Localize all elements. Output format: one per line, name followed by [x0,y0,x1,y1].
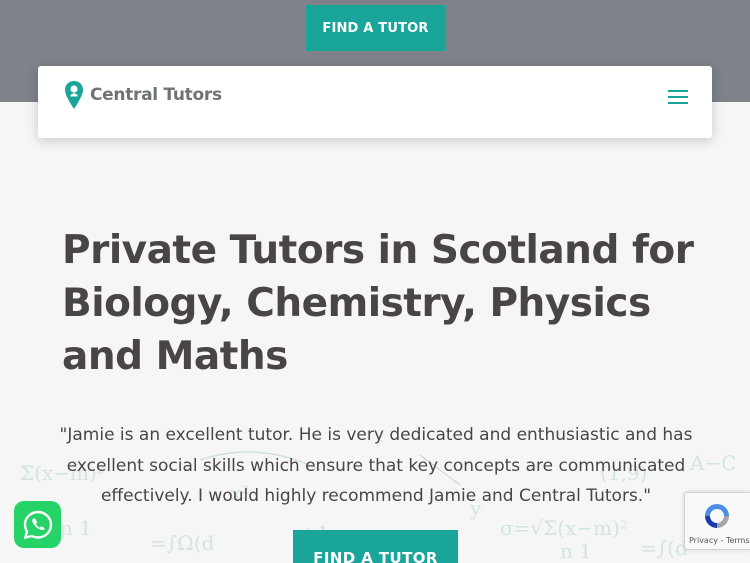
svg-text:=∫Ω(d: =∫Ω(d [150,531,215,555]
site-logo[interactable]: Central Tutors [64,80,222,110]
hamburger-menu-icon[interactable] [668,90,688,106]
svg-text:σ=√Σ(x−m)²: σ=√Σ(x−m)² [500,516,628,540]
logo-text: Central Tutors [90,85,222,105]
recaptcha-badge[interactable]: Privacy - Terms [684,492,750,550]
whatsapp-chat-button[interactable] [14,501,61,548]
testimonial-quote: "Jamie is an excellent tutor. He is very… [59,425,693,506]
svg-text:n 1: n 1 [60,516,92,540]
recaptcha-terms-link[interactable]: Terms [726,536,750,545]
page-title: Private Tutors in Scotland for Biology, … [62,228,694,379]
svg-text:n 1: n 1 [560,539,592,563]
site-header: Central Tutors [38,66,712,138]
recaptcha-links: Privacy - Terms [689,536,750,545]
recaptcha-separator: - [720,536,724,545]
recaptcha-icon [705,504,729,528]
find-a-tutor-button[interactable]: FIND A TUTOR [293,530,458,563]
map-pin-logo-icon [65,81,83,109]
whatsapp-icon [23,510,52,539]
find-a-tutor-top-button[interactable]: FIND A TUTOR [306,5,445,51]
recaptcha-privacy-link[interactable]: Privacy [689,536,718,545]
svg-text:=∫(d: =∫(d [640,536,688,560]
